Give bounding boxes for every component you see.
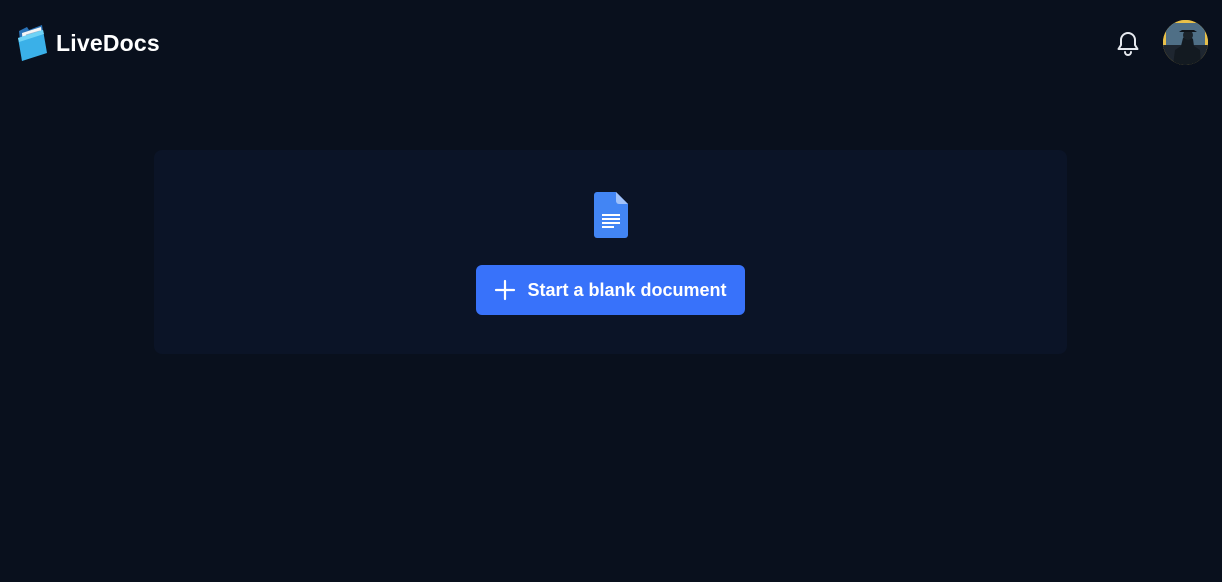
user-avatar[interactable]	[1163, 20, 1208, 65]
plus-icon	[494, 279, 516, 301]
document-icon	[594, 192, 628, 238]
bell-icon[interactable]	[1114, 29, 1142, 57]
start-button-label: Start a blank document	[527, 279, 727, 300]
folder-logo-icon	[16, 25, 48, 61]
start-blank-document-button[interactable]: Start a blank document	[476, 265, 745, 315]
app-logo[interactable]: LiveDocs	[16, 25, 160, 61]
empty-documents-card: Start a blank document	[154, 150, 1067, 354]
app-header: LiveDocs	[0, 0, 1222, 86]
app-name: LiveDocs	[56, 29, 160, 56]
